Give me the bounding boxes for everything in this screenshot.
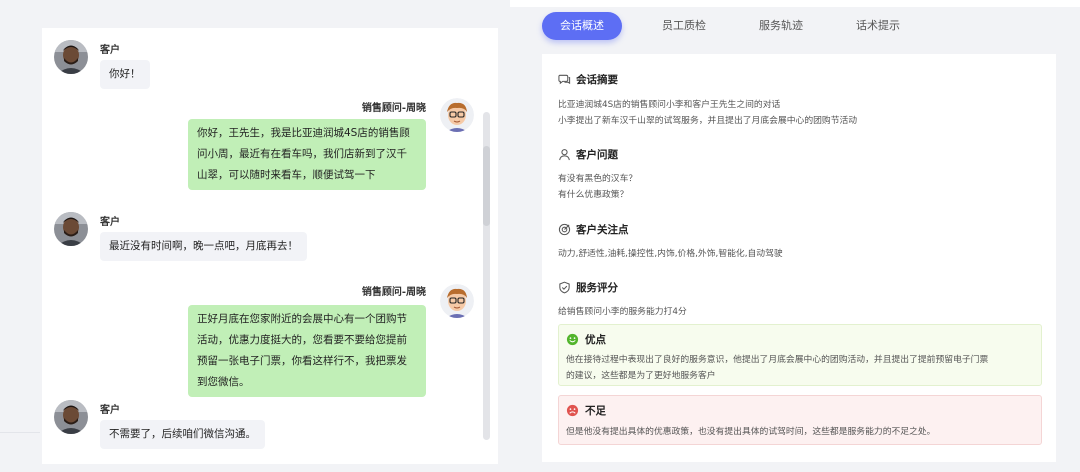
message-text: 预留一张电子门票，你看这样行不，我把票发 bbox=[197, 355, 407, 367]
customer-avatar bbox=[54, 40, 88, 74]
tab-staff-inspection[interactable]: 员工质检 bbox=[644, 12, 724, 40]
shield-check-icon bbox=[559, 281, 570, 294]
message-text: 到您微信。 bbox=[197, 376, 250, 388]
message-bubble: 你好，王先生，我是比亚迪润城4S店的销售顾 问小周，最近有在看车吗，我们店新到了… bbox=[188, 119, 426, 190]
message-text: 山翠，可以随时来看车，顺便试驾一下 bbox=[197, 169, 376, 181]
message-text: 正好月底在您家附近的会展中心有一个团购节 bbox=[197, 313, 407, 325]
message-text: 问小周，最近有在看车吗，我们店新到了汉千 bbox=[197, 148, 407, 160]
smile-icon bbox=[566, 333, 579, 346]
message-text: 不需要了，后续咱们微信沟通。 bbox=[109, 428, 256, 440]
strengths-line: 他在接待过程中表现出了良好的服务意识，他提出了月底会展中心的团购活动，并且提出了… bbox=[566, 355, 989, 365]
tab-script-tips[interactable]: 话术提示 bbox=[838, 12, 918, 40]
strengths-box: 优点 他在接待过程中表现出了良好的服务意识，他提出了月底会展中心的团购活动，并且… bbox=[558, 324, 1042, 386]
question-line: 有什么优惠政策？ bbox=[558, 190, 629, 200]
target-icon bbox=[558, 223, 571, 236]
section-title: 客户关注点 bbox=[576, 224, 629, 236]
user-icon bbox=[559, 149, 570, 161]
message-bubble: 正好月底在您家附近的会展中心有一个团购节 活动，优惠力度挺大的，您看要不要给您提… bbox=[188, 305, 426, 397]
tab-session-overview[interactable]: 会话概述 bbox=[542, 12, 622, 40]
sender-name: 销售顾问-周晓 bbox=[361, 287, 426, 298]
tab-service-track[interactable]: 服务轨迹 bbox=[741, 12, 821, 40]
section-title: 服务评分 bbox=[576, 282, 618, 294]
sender-name: 销售顾问-周晓 bbox=[361, 103, 426, 114]
question-line: 有没有黑色的汉车？ bbox=[558, 174, 638, 184]
chat-bubble-icon bbox=[558, 74, 571, 85]
strengths-line: 的建议，这些都是为了更好地服务客户 bbox=[566, 371, 716, 381]
message-text: 活动，优惠力度挺大的，您看要不要给您提前 bbox=[197, 334, 407, 346]
section-title: 会话摘要 bbox=[576, 74, 618, 86]
top-strip bbox=[510, 0, 1080, 7]
frown-icon bbox=[566, 404, 579, 417]
agent-avatar bbox=[440, 98, 474, 132]
message-bubble: 你好！ bbox=[100, 60, 150, 89]
summary-line: 小李提出了新车汉千山翠的试驾服务，并且提出了月底会展中心的团购节活动 bbox=[558, 116, 858, 126]
section-title: 客户问题 bbox=[576, 149, 618, 161]
customer-avatar bbox=[54, 400, 88, 434]
weaknesses-title: 不足 bbox=[585, 405, 606, 417]
chat-scroll-thumb[interactable] bbox=[483, 146, 490, 226]
sender-name: 客户 bbox=[100, 405, 120, 416]
strengths-title: 优点 bbox=[585, 334, 606, 346]
message-bubble: 不需要了，后续咱们微信沟通。 bbox=[100, 420, 265, 449]
sender-name: 客户 bbox=[100, 217, 120, 228]
message-text: 你好！ bbox=[109, 68, 141, 80]
overview-card: 会话摘要 比亚迪润城4S店的销售顾问小李和客户王先生之间的对话 小李提出了新车汉… bbox=[542, 54, 1056, 462]
customer-avatar bbox=[54, 212, 88, 246]
weaknesses-line: 但是他没有提出具体的优惠政策，也没有提出具体的试驾时间，这些都是服务能力的不足之… bbox=[566, 427, 936, 437]
focus-text: 动力,舒适性,油耗,操控性,内饰,价格,外饰,智能化,自动驾驶 bbox=[558, 249, 783, 259]
score-text: 给销售顾问小李的服务能力打4分 bbox=[558, 307, 687, 317]
sender-name: 客户 bbox=[100, 45, 120, 56]
summary-line: 比亚迪润城4S店的销售顾问小李和客户王先生之间的对话 bbox=[558, 100, 781, 110]
message-bubble: 最近没有时间啊，晚一点吧，月底再去！ bbox=[100, 232, 307, 261]
divider bbox=[0, 432, 40, 433]
weaknesses-box: 不足 但是他没有提出具体的优惠政策，也没有提出具体的试驾时间，这些都是服务能力的… bbox=[558, 395, 1042, 445]
message-text: 最近没有时间啊，晚一点吧，月底再去！ bbox=[109, 240, 298, 252]
agent-avatar bbox=[440, 284, 474, 318]
chat-panel: 客户 你好！ 销售顾问-周晓 你好，王先生，我是比亚迪润城4S店的销售顾 问小周… bbox=[42, 28, 498, 464]
message-text: 你好，王先生，我是比亚迪润城4S店的销售顾 bbox=[197, 127, 410, 139]
